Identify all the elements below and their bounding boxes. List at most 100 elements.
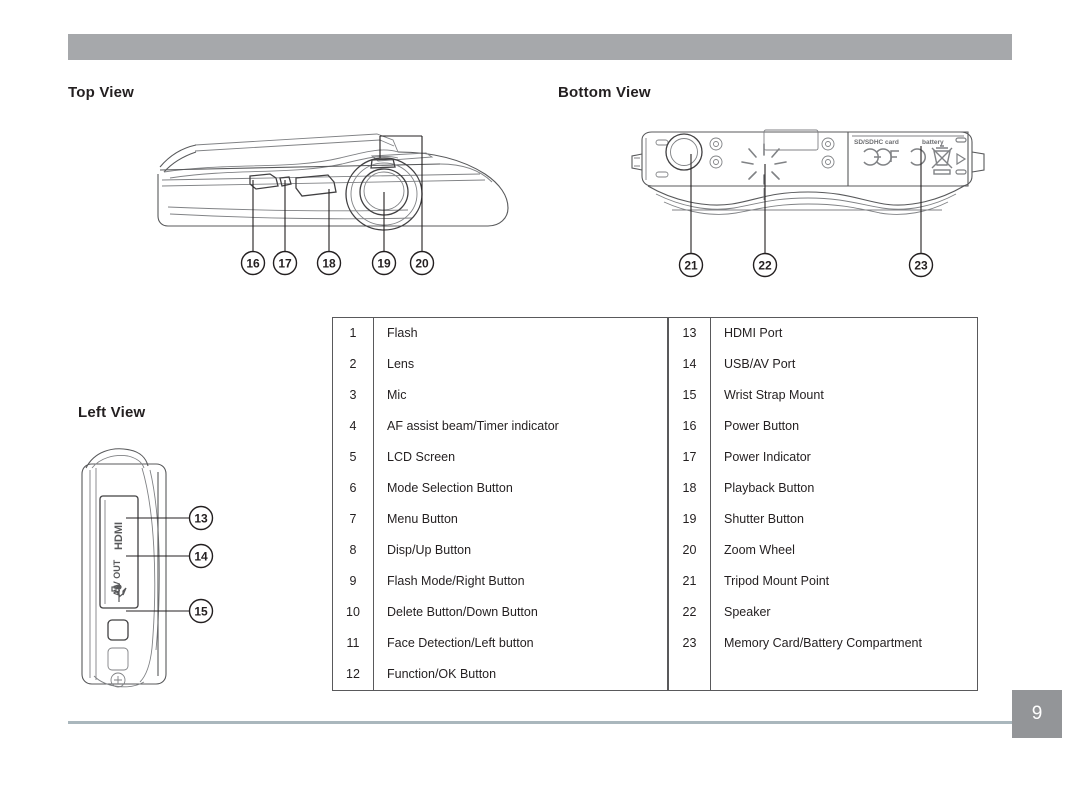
part-number: 23 xyxy=(668,628,711,659)
part-label: Face Detection/Left button xyxy=(387,635,534,650)
top-view-heading: Top View xyxy=(68,84,135,101)
callout-14-label: 14 xyxy=(194,550,208,564)
callout-16-label: 16 xyxy=(246,257,260,271)
top-view-callouts: 16 17 18 19 20 xyxy=(240,250,435,276)
camera-left-body xyxy=(81,448,167,688)
table-row: 12 Function/OK Button xyxy=(332,659,978,691)
left-view-callouts: 13 14 15 xyxy=(188,505,214,624)
part-number: 19 xyxy=(668,504,711,535)
bottom-view-figure: SD/SDHC card battery 21 22 23 xyxy=(612,118,1002,283)
part-number: 4 xyxy=(332,411,374,442)
parts-reference-table: 1 Flash 13 HDMI Port 2 Lens 14 USB/AV Po… xyxy=(332,317,978,691)
part-number: 3 xyxy=(332,380,374,411)
parts-table-body: 1 Flash 13 HDMI Port 2 Lens 14 USB/AV Po… xyxy=(332,317,978,691)
ce-mark xyxy=(863,148,892,166)
callout-21-label: 21 xyxy=(684,259,698,273)
callout-19-label: 19 xyxy=(377,257,391,271)
empty-cell xyxy=(711,659,978,691)
part-label: Disp/Up Button xyxy=(387,542,472,557)
callout-16: 16 xyxy=(240,250,266,276)
callout-17-label: 17 xyxy=(278,257,292,271)
part-number: 21 xyxy=(668,566,711,597)
left-view-heading: Left View xyxy=(78,404,146,421)
callout-22-label: 22 xyxy=(758,259,772,273)
table-row: 11 Face Detection/Left button 23 Memory … xyxy=(332,628,978,659)
table-row: 2 Lens 14 USB/AV Port xyxy=(332,349,978,380)
table-row: 9 Flash Mode/Right Button 21 Tripod Moun… xyxy=(332,566,978,597)
speaker-grille xyxy=(741,143,787,200)
table-row: 8 Disp/Up Button 20 Zoom Wheel xyxy=(332,535,978,566)
bottom-view-heading: Bottom View xyxy=(558,84,651,101)
part-label: Lens xyxy=(387,356,415,371)
part-label: Speaker xyxy=(724,604,771,619)
part-number: 20 xyxy=(668,535,711,566)
part-number: 6 xyxy=(332,473,374,504)
part-label: Mic xyxy=(387,387,407,402)
part-number: 17 xyxy=(668,442,711,473)
part-number: 2 xyxy=(332,349,374,380)
battery-label: battery xyxy=(922,139,944,146)
part-label: Menu Button xyxy=(387,511,458,526)
empty-cell xyxy=(668,659,711,691)
table-row: 4 AF assist beam/Timer indicator 16 Powe… xyxy=(332,411,978,442)
callout-20: 20 xyxy=(409,250,435,276)
part-label: Power Indicator xyxy=(724,449,811,464)
part-label: USB/AV Port xyxy=(724,356,796,371)
part-label: Playback Button xyxy=(724,480,815,495)
door-side-marks xyxy=(955,137,967,175)
wrist-strap-mount xyxy=(107,619,129,641)
footer-rule xyxy=(68,721,1012,724)
part-label: Wrist Strap Mount xyxy=(724,387,824,402)
hdmi-port-label: HDMI xyxy=(113,522,125,550)
part-number: 15 xyxy=(668,380,711,411)
part-number: 8 xyxy=(332,535,374,566)
table-row: 1 Flash 13 HDMI Port xyxy=(332,317,978,349)
header-band xyxy=(68,34,1012,60)
callout-15-label: 15 xyxy=(194,605,208,619)
weee-mark xyxy=(931,145,953,175)
callout-23: 23 xyxy=(908,252,934,278)
table-row: 3 Mic 15 Wrist Strap Mount xyxy=(332,380,978,411)
page-number: 9 xyxy=(1012,690,1062,738)
part-number: 12 xyxy=(332,659,374,691)
callout-13-label: 13 xyxy=(194,512,208,526)
table-row: 7 Menu Button 19 Shutter Button xyxy=(332,504,978,535)
table-row: 6 Mode Selection Button 18 Playback Butt… xyxy=(332,473,978,504)
tripod-mount-point xyxy=(665,133,703,171)
bottom-view-leaders xyxy=(690,146,922,254)
left-view-figure: HDMI A/V OUT 13 14 15 xyxy=(60,438,290,703)
part-number: 14 xyxy=(668,349,711,380)
part-number: 16 xyxy=(668,411,711,442)
callout-17: 17 xyxy=(272,250,298,276)
part-label: HDMI Port xyxy=(724,325,783,340)
part-number: 5 xyxy=(332,442,374,473)
callout-19: 19 xyxy=(371,250,397,276)
part-label: Delete Button/Down Button xyxy=(387,604,538,619)
port-door: HDMI A/V OUT xyxy=(99,495,139,609)
callout-15: 15 xyxy=(188,598,214,624)
callout-14: 14 xyxy=(188,543,214,569)
part-label: Zoom Wheel xyxy=(724,542,795,557)
part-label: Flash Mode/Right Button xyxy=(387,573,525,588)
callout-13: 13 xyxy=(188,505,214,531)
part-label: AF assist beam/Timer indicator xyxy=(387,418,559,433)
part-label: Flash xyxy=(387,325,418,340)
callout-18-label: 18 xyxy=(322,257,336,271)
callout-18: 18 xyxy=(316,250,342,276)
part-number: 1 xyxy=(332,317,374,349)
part-label: Tripod Mount Point xyxy=(724,573,830,588)
part-number: 10 xyxy=(332,597,374,628)
sd-card-label: SD/SDHC card xyxy=(854,139,899,146)
part-number: 9 xyxy=(332,566,374,597)
callout-22: 22 xyxy=(752,252,778,278)
part-label: Function/OK Button xyxy=(387,666,497,681)
part-label: Power Button xyxy=(724,418,800,433)
part-label: Shutter Button xyxy=(724,511,804,526)
part-label: Mode Selection Button xyxy=(387,480,513,495)
part-number: 18 xyxy=(668,473,711,504)
part-number: 11 xyxy=(332,628,374,659)
fcc-mark xyxy=(890,148,926,166)
callout-21: 21 xyxy=(678,252,704,278)
table-row: 10 Delete Button/Down Button 22 Speaker xyxy=(332,597,978,628)
manual-page: Top View Bottom View Left View 16 17 18 … xyxy=(0,0,1080,785)
